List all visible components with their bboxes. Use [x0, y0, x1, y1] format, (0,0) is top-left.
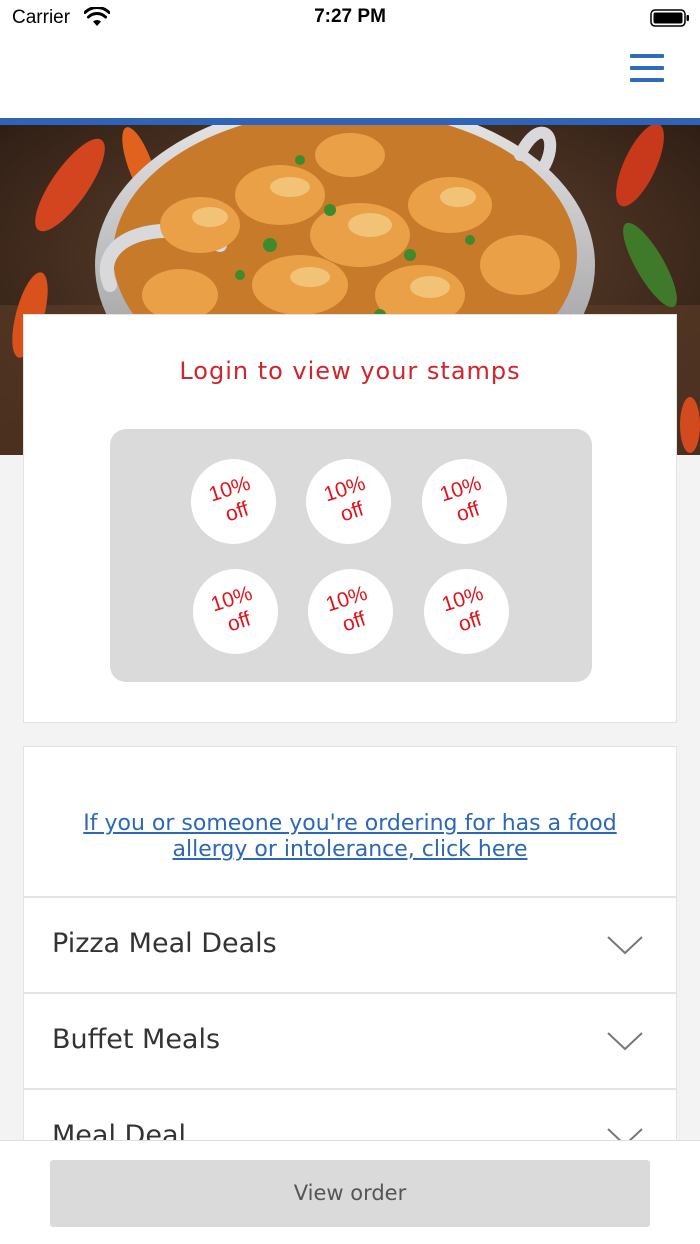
chevron-down-icon [607, 1032, 643, 1051]
stamp-discount: 10% off [306, 459, 391, 544]
battery-icon [650, 9, 689, 27]
allergy-info-link[interactable]: If you or someone you're ordering for ha… [44, 811, 656, 863]
category-label: Pizza Meal Deals [52, 928, 277, 959]
stamp-grid: 10% off 10% off 10% off 10% off 10% off 10% of… [110, 429, 592, 682]
category-pizza-meal-deals[interactable]: Pizza Meal Deals [24, 898, 676, 992]
stamp-discount: 10% off [422, 459, 507, 544]
status-bar: Carrier 7:27 PM [0, 0, 700, 36]
stamp-discount: 10% off [308, 569, 393, 654]
app-header [0, 36, 700, 118]
stamp-card-title[interactable]: Login to view your stamps [24, 357, 676, 385]
loyalty-stamp-card[interactable]: Login to view your stamps 10% off 10% off … [23, 314, 677, 723]
status-time: 7:27 PM [314, 6, 386, 27]
hamburger-menu-icon[interactable] [626, 52, 666, 92]
bottom-order-bar: View order [0, 1140, 700, 1244]
header-accent-bar [0, 118, 700, 125]
stamp-discount: 10% off [191, 459, 276, 544]
stamp-discount: 10% off [424, 569, 509, 654]
chevron-down-icon [607, 936, 643, 955]
menu-category-card: If you or someone you're ordering for ha… [23, 746, 677, 1166]
stamp-discount: 10% off [193, 569, 278, 654]
category-buffet-meals[interactable]: Buffet Meals [24, 994, 676, 1088]
view-order-button[interactable]: View order [50, 1160, 650, 1227]
category-label: Buffet Meals [52, 1024, 221, 1055]
